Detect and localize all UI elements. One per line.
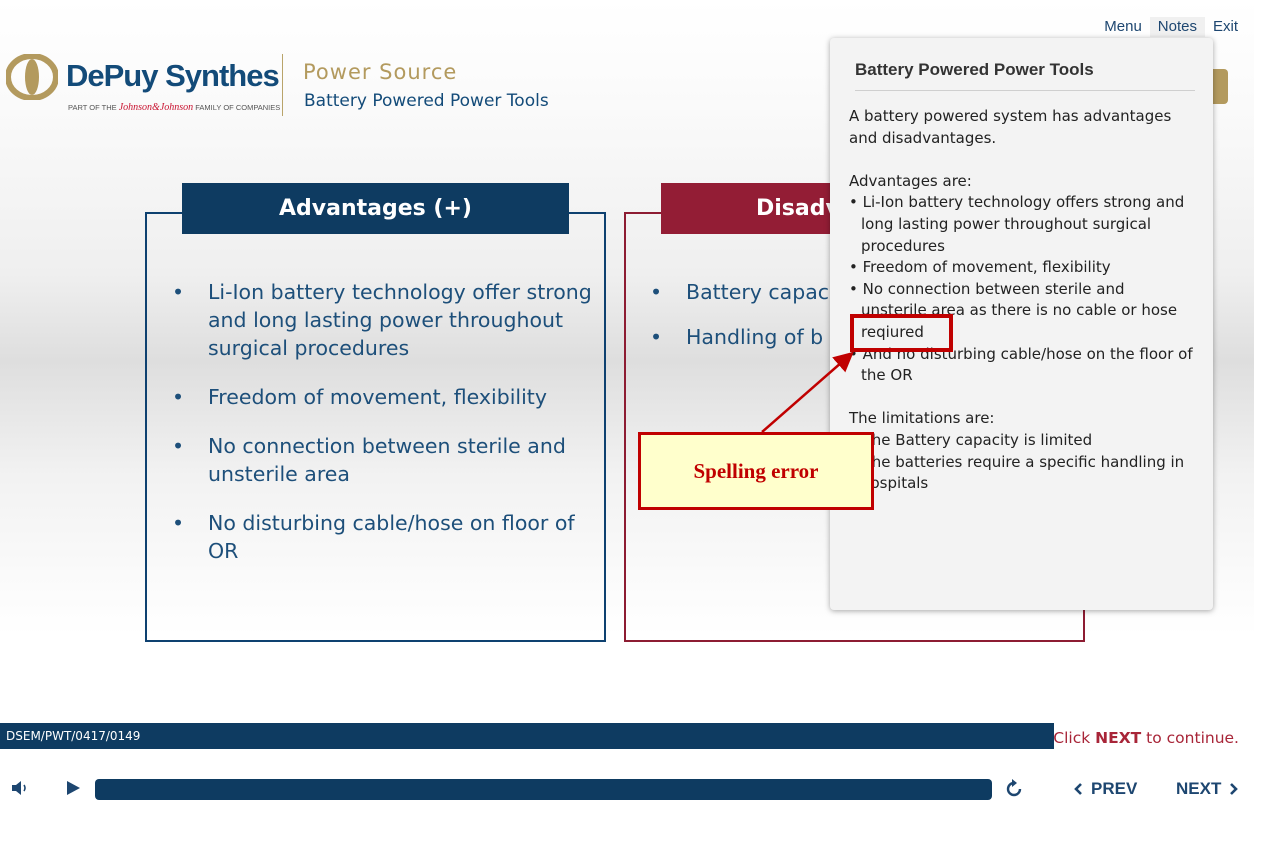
replay-icon[interactable] [1003,778,1025,800]
volume-icon[interactable] [10,778,32,798]
notes-advantages-heading: Advantages are: [849,171,972,190]
brand-name: DePuy Synthes [66,58,280,93]
disadvantages-list: Battery capaci Handling of b [650,278,840,368]
next-label: NEXT [1176,779,1222,798]
notes-link[interactable]: Notes [1149,17,1205,37]
notes-limitations-heading: The limitations are: [849,409,995,428]
list-item: Battery capaci [650,278,840,306]
spelling-error-callout: Spelling error [638,432,874,510]
menu-link[interactable]: Menu [1096,17,1150,37]
notes-body: A battery powered system has advantages … [849,106,1194,495]
logo-divider [282,54,283,116]
list-item: Handling of b [650,323,840,351]
continue-hint: Click NEXT to continue. [1053,729,1239,747]
footer-bar [0,723,1054,749]
document-code: DSEM/PWT/0417/0149 [6,729,141,743]
notes-item: • The batteries require a specific handl… [849,452,1185,493]
notes-intro: A battery powered system has advantages … [849,107,1172,147]
chevron-left-icon [1074,783,1082,795]
depuy-synthes-logo-icon [6,54,58,100]
module-subtitle: Battery Powered Power Tools [304,91,549,111]
brand-tagline: PART OF THE Johnson&Johnson FAMILY OF CO… [68,102,281,113]
next-button[interactable]: NEXT [1176,777,1239,801]
play-icon[interactable] [64,779,82,797]
module-title: Power Source [303,60,458,84]
prev-label: PREV [1091,779,1138,798]
top-navigation: Menu Notes Exit [1096,17,1246,37]
spelling-error-highlight [850,314,953,352]
notes-title: Battery Powered Power Tools [855,60,1094,79]
list-item: Li-Ion battery technology offer strong a… [172,278,602,362]
list-item: Freedom of movement, flexibility [172,383,602,411]
notes-item: • Freedom of movement, flexibility [849,258,1111,277]
list-item: No disturbing cable/hose on floor of OR [172,509,602,565]
chevron-right-icon [1230,783,1239,795]
notes-divider [855,90,1195,91]
notes-item: • The Battery capacity is limited [849,430,1093,449]
list-item: No connection between sterile and unster… [172,432,602,488]
prev-button[interactable]: PREV [1073,777,1137,801]
notes-item: • Li-Ion battery technology offers stron… [849,193,1185,255]
exit-link[interactable]: Exit [1205,17,1246,37]
advantages-heading: Advantages (+) [182,183,569,234]
progress-bar[interactable] [95,779,992,800]
advantages-list: Li-Ion battery technology offer strong a… [172,278,602,586]
